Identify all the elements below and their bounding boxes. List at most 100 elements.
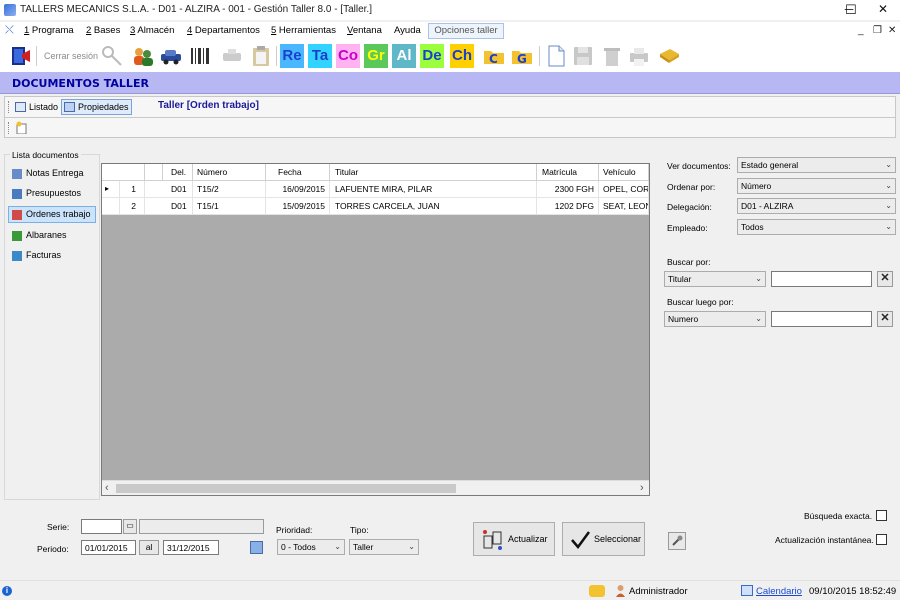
- letter-button-de[interactable]: De: [420, 44, 444, 68]
- letter-button-co[interactable]: Co: [336, 44, 360, 68]
- tab-listado[interactable]: Listado: [12, 99, 62, 115]
- clients-icon[interactable]: [131, 44, 155, 68]
- sub-toolbar: [4, 118, 896, 138]
- refresh-icon: [483, 530, 502, 550]
- clear-search-2-button[interactable]: ✕: [877, 311, 893, 327]
- cell-fecha: 16/09/2015: [266, 181, 330, 198]
- serie-input[interactable]: [81, 519, 122, 534]
- mdi-minimize-button[interactable]: _: [858, 25, 864, 36]
- table-row[interactable]: 2 D01 T15/1 15/09/2015 TORRES CARCELA, J…: [102, 198, 649, 215]
- menu-programa[interactable]: 1 Programa: [24, 25, 74, 36]
- prioridad-select[interactable]: 0 - Todos ⌄: [277, 539, 345, 555]
- letter-button-re[interactable]: Re: [280, 44, 304, 68]
- ordenar-por-select[interactable]: Número ⌄: [737, 178, 896, 194]
- cerrar-sesion-button[interactable]: Cerrar sesión: [44, 51, 98, 61]
- buscar-luego-select[interactable]: Numero ⌄: [664, 311, 766, 327]
- grid-header-matricula[interactable]: Matrícula: [537, 164, 599, 181]
- new-item-icon[interactable]: [15, 121, 29, 135]
- actualizacion-instantanea-label: Actualización instantánea.: [775, 535, 874, 545]
- menu-bar: ⤬ 1 Programa 2 Bases 3 Almacén 4 Departa…: [0, 22, 900, 40]
- actualizar-button[interactable]: Actualizar: [473, 522, 555, 556]
- nav-item-albaranes[interactable]: Albaranes: [8, 227, 96, 244]
- calendario-link[interactable]: Calendario: [756, 586, 802, 597]
- mdi-icon: ⤬: [5, 24, 14, 36]
- pin-icon: [672, 535, 683, 546]
- menu-ayuda[interactable]: Ayuda: [394, 25, 421, 36]
- empleado-select[interactable]: Todos ⌄: [737, 219, 896, 235]
- delegacion-select[interactable]: D01 - ALZIRA ⌄: [737, 198, 896, 214]
- letter-button-ch[interactable]: Ch: [450, 44, 474, 68]
- nav-item-facturas[interactable]: Facturas: [8, 247, 96, 264]
- lista-documentos-label: Lista documentos: [10, 150, 81, 160]
- chevron-down-icon: ⌄: [408, 542, 415, 551]
- serie-lookup-button[interactable]: ▭: [123, 519, 137, 534]
- cell-matricula: 2300 FGH: [537, 181, 599, 198]
- mdi-restore-button[interactable]: ❐: [873, 25, 882, 36]
- budget-icon: [12, 189, 22, 199]
- letter-button-al[interactable]: Al: [392, 44, 416, 68]
- grid-header-numero[interactable]: Número: [193, 164, 266, 181]
- buscar-por-select[interactable]: Titular ⌄: [664, 271, 766, 287]
- info-icon[interactable]: i: [2, 586, 12, 596]
- folder-g-icon[interactable]: G: [510, 44, 534, 68]
- table-row[interactable]: ▸ 1 D01 T15/2 16/09/2015 LAFUENTE MIRA, …: [102, 181, 649, 198]
- vehicle-icon[interactable]: [159, 44, 183, 68]
- mdi-close-button[interactable]: ✕: [888, 25, 896, 36]
- tab-propiedades[interactable]: Propiedades: [61, 99, 132, 115]
- menu-bases[interactable]: 2 Bases: [86, 25, 120, 36]
- menu-almacen[interactable]: 3 Almacén: [130, 25, 174, 36]
- periodo-al-button[interactable]: al: [139, 540, 159, 555]
- clear-search-button[interactable]: ✕: [877, 271, 893, 287]
- nav-item-presupuestos[interactable]: Presupuestos: [8, 185, 96, 202]
- periodo-label: Periodo:: [37, 544, 69, 554]
- seleccionar-button[interactable]: Seleccionar: [562, 522, 645, 556]
- pin-button[interactable]: [668, 532, 686, 550]
- cell-numero: T15/2: [193, 181, 266, 198]
- nav-item-notas-entrega[interactable]: Notas Entrega: [8, 165, 96, 182]
- actualizacion-instantanea-checkbox[interactable]: [876, 534, 887, 545]
- periodo-to-input[interactable]: 31/12/2015: [163, 540, 219, 555]
- grid-header-titular[interactable]: Titular: [330, 164, 537, 181]
- busqueda-exacta-checkbox[interactable]: [876, 510, 887, 521]
- periodo-from-input[interactable]: 01/01/2015: [81, 540, 136, 555]
- menu-opciones-taller[interactable]: Opciones taller: [428, 23, 504, 39]
- checkmark-icon: [571, 531, 591, 550]
- grid-header-fecha[interactable]: Fecha: [266, 164, 330, 181]
- new-document-icon[interactable]: [544, 44, 568, 68]
- chat-icon[interactable]: [589, 585, 605, 597]
- letter-button-gr[interactable]: Gr: [364, 44, 388, 68]
- delivery-note-icon: [12, 231, 22, 241]
- horizontal-scrollbar[interactable]: ‹ ›: [102, 480, 649, 495]
- grid-header-del[interactable]: Del.: [163, 164, 193, 181]
- nav-item-ordenes-trabajo[interactable]: Ordenes trabajo: [8, 206, 96, 223]
- grid-header-vehiculo[interactable]: Vehículo: [599, 164, 649, 181]
- status-bar: i Administrador Calendario 09/10/2015 18…: [0, 580, 900, 600]
- tab-strip: Listado Propiedades Taller [Orden trabaj…: [4, 96, 896, 118]
- row-number: 1: [120, 181, 145, 198]
- scroll-left-button[interactable]: ‹: [105, 481, 109, 495]
- toolbar-separator: [36, 46, 37, 66]
- delegacion-label: Delegación:: [667, 202, 712, 212]
- menu-departamentos[interactable]: 4 Departamentos: [187, 25, 260, 36]
- ver-documentos-select[interactable]: Estado general ⌄: [737, 157, 896, 173]
- close-button[interactable]: ✕: [866, 0, 900, 20]
- cell-fecha: 15/09/2015: [266, 198, 330, 215]
- documents-grid[interactable]: Del. Número Fecha Titular Matrícula Vehí…: [101, 163, 650, 496]
- list-icon: [15, 102, 26, 112]
- app-icon: [4, 4, 16, 16]
- buscar-luego-input[interactable]: [771, 311, 872, 327]
- menu-ventana[interactable]: Ventana: [347, 25, 382, 36]
- notebook-icon[interactable]: [657, 44, 681, 68]
- folder-c-icon[interactable]: C: [482, 44, 506, 68]
- scrollbar-thumb[interactable]: [116, 484, 456, 493]
- barcode-icon[interactable]: [188, 44, 212, 68]
- exit-door-icon[interactable]: [8, 44, 32, 68]
- scroll-right-button[interactable]: ›: [640, 481, 644, 495]
- buscar-por-input[interactable]: [771, 271, 872, 287]
- calendar-picker-icon[interactable]: [250, 541, 263, 554]
- letter-button-ta[interactable]: Ta: [308, 44, 332, 68]
- tipo-select[interactable]: Taller ⌄: [349, 539, 419, 555]
- menu-herramientas[interactable]: 5 Herramientas: [271, 25, 336, 36]
- buscar-por-label: Buscar por:: [667, 257, 711, 267]
- maximize-button[interactable]: ☐: [834, 0, 868, 20]
